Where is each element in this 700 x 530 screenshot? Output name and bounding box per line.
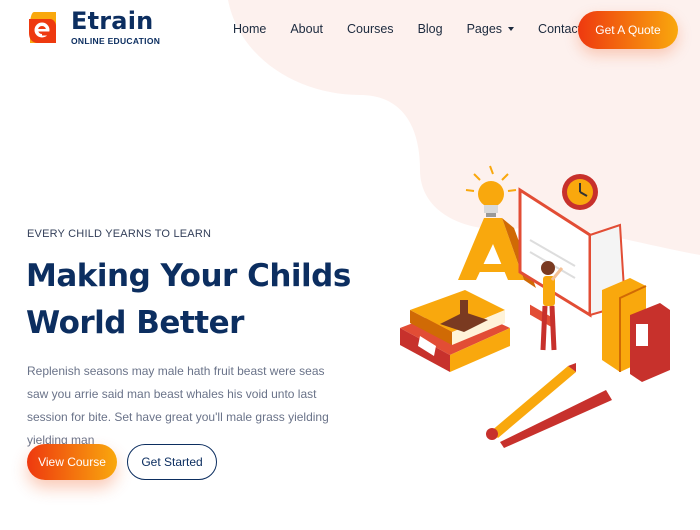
brand-name: Etrain: [71, 7, 154, 35]
nav-home[interactable]: Home: [233, 22, 266, 36]
get-a-quote-button[interactable]: Get A Quote: [578, 11, 678, 49]
hero-headline: Making Your Childs World Better: [26, 253, 356, 347]
caret-down-icon: [508, 27, 515, 31]
clock-icon: [562, 174, 598, 210]
hero-eyebrow: EVERY CHILD YEARNS TO LEARN: [27, 228, 212, 240]
hero-headline-line2: World Better: [26, 305, 244, 341]
brand-logo[interactable]: Etrain ONLINE EDUCATION: [26, 9, 160, 46]
get-started-button[interactable]: Get Started: [127, 444, 217, 480]
nav-courses[interactable]: Courses: [347, 22, 394, 36]
nav-contact[interactable]: Contact: [538, 22, 581, 36]
brand-tagline: ONLINE EDUCATION: [71, 36, 161, 46]
nav-pages[interactable]: Pages: [466, 22, 515, 36]
main-nav: Home About Courses Blog Pages Contact: [233, 22, 605, 36]
lightbulb-icon: [465, 165, 517, 217]
nav-pages-label: Pages: [466, 22, 503, 36]
hero-illustration: [400, 165, 670, 448]
pencil-icon: [486, 363, 612, 448]
hero-description: Replenish seasons may male hath fruit be…: [27, 364, 329, 447]
hero-headline-line1: Making Your Childs: [26, 258, 351, 294]
nav-about[interactable]: About: [290, 22, 323, 36]
books-stack-left: [400, 290, 510, 372]
nav-blog[interactable]: Blog: [418, 22, 443, 36]
view-course-button[interactable]: View Course: [27, 444, 117, 480]
etrain-logo-icon: [29, 12, 56, 44]
books-stack-right: [602, 278, 670, 382]
